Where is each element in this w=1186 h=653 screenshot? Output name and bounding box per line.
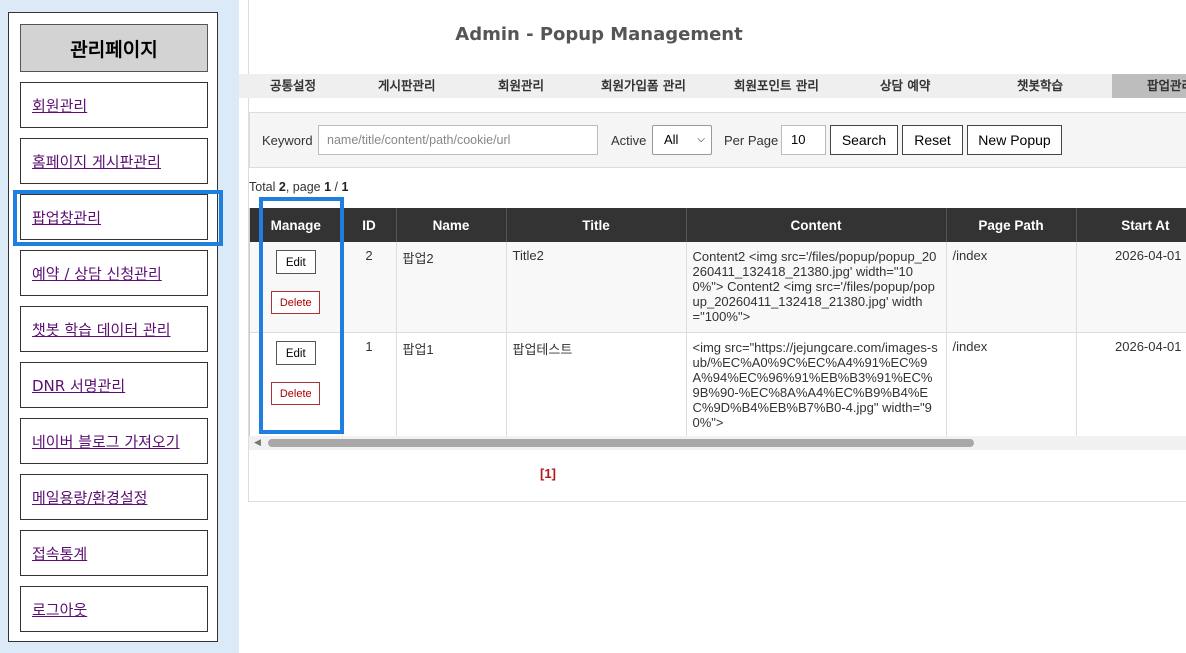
table-row: Edit Delete 1 팝업1 팝업테스트 <img src="https:… xyxy=(250,332,1186,436)
scroll-left-icon[interactable]: ◀ xyxy=(254,438,261,448)
sidebar-item-label[interactable]: 홈페이지 게시판관리 xyxy=(32,151,161,172)
tab-chatbot[interactable]: 챗봇학습 xyxy=(1017,74,1063,98)
tab-common-settings[interactable]: 공통설정 xyxy=(270,74,316,98)
result-summary: Total 2, page 1 / 1 xyxy=(249,180,349,194)
sidebar-item-mail-settings[interactable]: 메일용량/환경설정 xyxy=(20,474,208,520)
col-header-id[interactable]: ID xyxy=(342,208,397,242)
new-popup-button[interactable]: New Popup xyxy=(967,125,1062,155)
bottom-divider xyxy=(249,501,1186,502)
sidebar-item-dnr[interactable]: DNR 서명관리 xyxy=(20,362,208,408)
active-select[interactable]: All ⌵ xyxy=(652,125,712,155)
tab-consult-reservation[interactable]: 상담 예약 xyxy=(880,74,930,98)
top-navigation: 공통설정 게시판관리 회원관리 회원가입폼 관리 회원포인트 관리 상담 예약 … xyxy=(239,74,1186,98)
delete-button[interactable]: Delete xyxy=(271,291,321,314)
total-pages: 1 xyxy=(341,180,349,194)
reset-button[interactable]: Reset xyxy=(902,125,963,155)
col-header-content[interactable]: Content xyxy=(686,208,947,242)
sidebar-item-members[interactable]: 회원관리 xyxy=(20,82,208,128)
manage-cell: Edit Delete xyxy=(250,242,343,333)
sidebar-item-label[interactable]: 로그아웃 xyxy=(32,599,87,620)
sidebar: 관리페이지 회원관리 홈페이지 게시판관리 팝업창관리 예약 / 상담 신청관리… xyxy=(8,12,218,642)
pagination-current-page[interactable]: [1] xyxy=(540,466,556,481)
sidebar-item-popup[interactable]: 팝업창관리 xyxy=(20,194,208,240)
chevron-down-icon: ⌵ xyxy=(697,134,705,145)
tab-board[interactable]: 게시판관리 xyxy=(378,74,436,98)
page-path-cell: /index xyxy=(946,242,1077,333)
sidebar-title: 관리페이지 xyxy=(20,24,208,72)
title-cell: 팝업테스트 xyxy=(506,332,687,436)
id-cell: 2 xyxy=(342,242,397,333)
sidebar-item-naver-blog[interactable]: 네이버 블로그 가져오기 xyxy=(20,418,208,464)
sidebar-item-logout[interactable]: 로그아웃 xyxy=(20,586,208,632)
sidebar-item-label[interactable]: 회원관리 xyxy=(32,95,87,116)
sidebar-item-reservation[interactable]: 예약 / 상담 신청관리 xyxy=(20,250,208,296)
per-page-label: Per Page xyxy=(724,133,779,148)
pagination: [1] xyxy=(249,466,1186,481)
total-count: 2 xyxy=(278,180,286,194)
popup-table-container: Manage ID Name Title Content Page Path S… xyxy=(249,208,1186,436)
popup-table: Manage ID Name Title Content Page Path S… xyxy=(250,208,1186,436)
active-select-value: All xyxy=(664,132,679,147)
tab-member-points[interactable]: 회원포인트 관리 xyxy=(734,74,819,98)
search-button[interactable]: Search xyxy=(830,125,898,155)
edit-button[interactable]: Edit xyxy=(275,340,316,365)
keyword-input[interactable]: name/title/content/path/cookie/url xyxy=(318,125,598,155)
col-header-manage: Manage xyxy=(250,208,343,242)
tab-popup[interactable]: 팝업관리 xyxy=(1112,74,1186,98)
name-cell: 팝업2 xyxy=(396,242,507,333)
edit-button[interactable]: Edit xyxy=(275,250,316,274)
id-cell: 1 xyxy=(342,332,397,436)
start-at-cell: 2026-04-01 xyxy=(1076,332,1186,436)
page-path-cell: /index xyxy=(946,332,1077,436)
sidebar-item-label[interactable]: 팝업창관리 xyxy=(32,207,101,228)
scrollbar-thumb[interactable] xyxy=(268,439,974,447)
delete-button[interactable]: Delete xyxy=(271,381,321,405)
col-header-title[interactable]: Title xyxy=(506,208,687,242)
sidebar-item-stats[interactable]: 접속통계 xyxy=(20,530,208,576)
title-cell: Title2 xyxy=(506,242,687,333)
sidebar-item-label[interactable]: 네이버 블로그 가져오기 xyxy=(32,431,180,452)
sidebar-item-label[interactable]: 접속통계 xyxy=(32,543,87,564)
name-cell: 팝업1 xyxy=(396,332,507,436)
col-header-page-path[interactable]: Page Path xyxy=(946,208,1077,242)
manage-cell: Edit Delete xyxy=(250,332,343,436)
keyword-label: Keyword xyxy=(262,133,313,148)
tab-members[interactable]: 회원관리 xyxy=(498,74,544,98)
content-cell: <img src="https://jejungcare.com/images-… xyxy=(686,332,947,436)
content-cell: Content2 <img src='/files/popup/popup_20… xyxy=(686,242,947,333)
page-title: Admin - Popup Management xyxy=(455,24,743,45)
current-page: 1 xyxy=(324,180,332,194)
start-at-cell: 2026-04-01 xyxy=(1076,242,1186,333)
table-row: Edit Delete 2 팝업2 Title2 Content2 <img s… xyxy=(250,242,1186,333)
per-page-input[interactable]: 10 xyxy=(781,125,826,155)
sidebar-item-label[interactable]: 예약 / 상담 신청관리 xyxy=(32,263,162,284)
sidebar-item-label[interactable]: 챗봇 학습 데이터 관리 xyxy=(32,319,171,340)
sidebar-item-label[interactable]: DNR 서명관리 xyxy=(32,375,125,396)
col-header-name[interactable]: Name xyxy=(396,208,507,242)
col-header-start-at[interactable]: Start At xyxy=(1076,208,1186,242)
horizontal-scrollbar[interactable]: ◀ xyxy=(249,436,1186,450)
sidebar-item-label[interactable]: 메일용량/환경설정 xyxy=(32,487,147,508)
sidebar-item-board[interactable]: 홈페이지 게시판관리 xyxy=(20,138,208,184)
sidebar-item-chatbot[interactable]: 챗봇 학습 데이터 관리 xyxy=(20,306,208,352)
tab-signup-form[interactable]: 회원가입폼 관리 xyxy=(601,74,686,98)
active-label: Active xyxy=(611,133,647,148)
